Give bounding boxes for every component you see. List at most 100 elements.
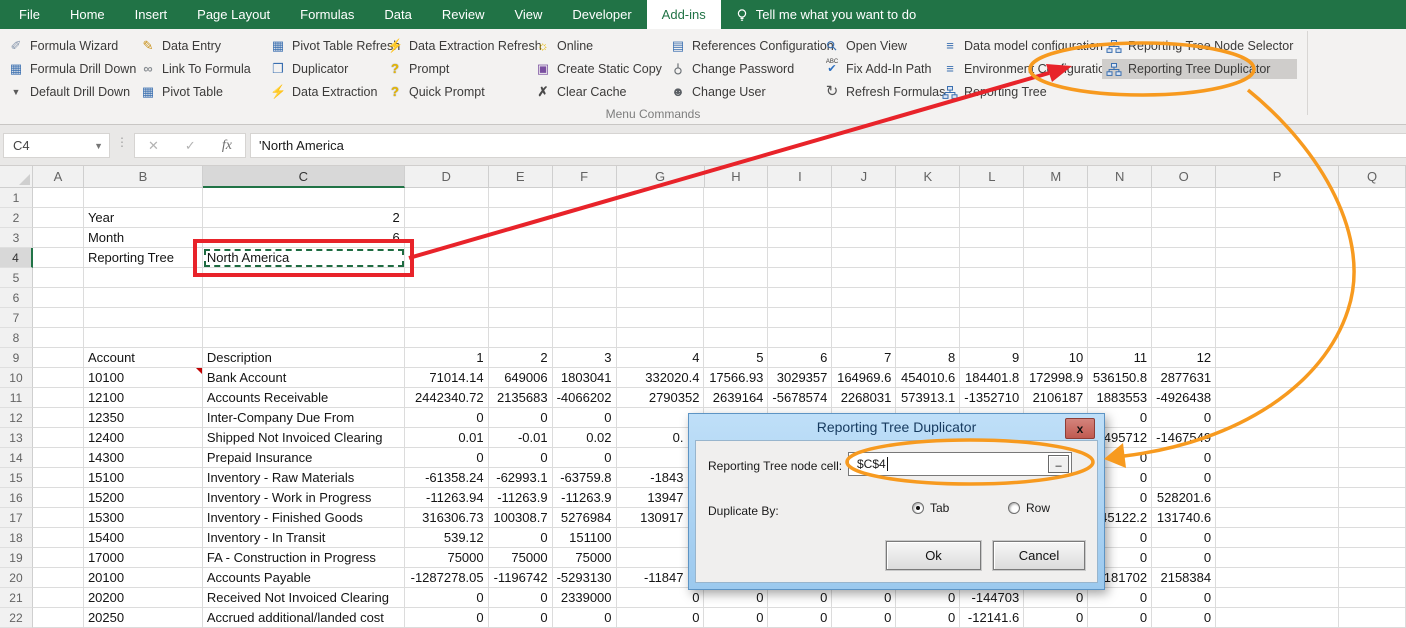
cell-C17[interactable]: Inventory - Finished Goods — [203, 508, 405, 528]
cell-C14[interactable]: Prepaid Insurance — [203, 448, 405, 468]
cell-D20[interactable]: -1287278.05 — [405, 568, 489, 588]
cell-B12[interactable]: 12350 — [84, 408, 203, 428]
cell-I8[interactable] — [768, 328, 832, 348]
cell-E13[interactable]: -0.01 — [489, 428, 553, 448]
row-header-15[interactable]: 15 — [0, 468, 33, 488]
column-header-D[interactable]: D — [405, 166, 489, 188]
cell-J11[interactable]: 2268031 — [832, 388, 896, 408]
cmd-prompt[interactable]: ?Prompt — [383, 59, 546, 79]
cell-A12[interactable] — [33, 408, 84, 428]
cell-C9[interactable]: Description — [203, 348, 405, 368]
cell-P20[interactable] — [1216, 568, 1339, 588]
cell-O17[interactable]: 131740.6 — [1152, 508, 1216, 528]
cell-C16[interactable]: Inventory - Work in Progress — [203, 488, 405, 508]
cmd-reporting-tree-node-selector[interactable]: Reporting Tree Node Selector — [1102, 36, 1297, 56]
cell-I3[interactable] — [768, 228, 832, 248]
cell-F15[interactable]: -63759.8 — [553, 468, 617, 488]
cell-G9[interactable]: 4 — [617, 348, 705, 368]
cell-I6[interactable] — [768, 288, 832, 308]
insert-function-icon[interactable]: fx — [222, 138, 232, 154]
cell-A19[interactable] — [33, 548, 84, 568]
cell-Q9[interactable] — [1339, 348, 1406, 368]
cell-Q13[interactable] — [1339, 428, 1406, 448]
cell-B11[interactable]: 12100 — [84, 388, 203, 408]
cell-C7[interactable] — [203, 308, 405, 328]
cell-Q6[interactable] — [1339, 288, 1406, 308]
cell-H7[interactable] — [704, 308, 768, 328]
cell-O22[interactable]: 0 — [1152, 608, 1216, 628]
cell-F21[interactable]: 2339000 — [553, 588, 617, 608]
row-header-20[interactable]: 20 — [0, 568, 33, 588]
row-header-3[interactable]: 3 — [0, 228, 33, 248]
cell-I10[interactable]: 3029357 — [768, 368, 832, 388]
cell-I5[interactable] — [768, 268, 832, 288]
cell-L21[interactable]: -144703 — [960, 588, 1024, 608]
cell-L8[interactable] — [960, 328, 1024, 348]
cell-K11[interactable]: 573913.1 — [896, 388, 960, 408]
cell-C4[interactable]: North America — [203, 248, 405, 268]
cell-J4[interactable] — [832, 248, 896, 268]
node-cell-input[interactable]: $C$4 – — [848, 452, 1072, 476]
cell-N2[interactable] — [1088, 208, 1152, 228]
cell-Q1[interactable] — [1339, 188, 1406, 208]
cell-J22[interactable]: 0 — [832, 608, 896, 628]
cell-N7[interactable] — [1088, 308, 1152, 328]
cell-C21[interactable]: Received Not Invoiced Clearing — [203, 588, 405, 608]
row-header-10[interactable]: 10 — [0, 368, 33, 388]
cell-D16[interactable]: -11263.94 — [405, 488, 489, 508]
cell-P17[interactable] — [1216, 508, 1339, 528]
row-header-6[interactable]: 6 — [0, 288, 33, 308]
cell-E8[interactable] — [489, 328, 553, 348]
cell-K22[interactable]: 0 — [896, 608, 960, 628]
row-header-11[interactable]: 11 — [0, 388, 33, 408]
cell-O18[interactable]: 0 — [1152, 528, 1216, 548]
cell-K6[interactable] — [896, 288, 960, 308]
radio-option-row[interactable]: Row — [1008, 501, 1050, 515]
cell-D21[interactable]: 0 — [405, 588, 489, 608]
cell-M11[interactable]: 2106187 — [1024, 388, 1088, 408]
cell-N8[interactable] — [1088, 328, 1152, 348]
cell-A6[interactable] — [33, 288, 84, 308]
cell-O5[interactable] — [1152, 268, 1216, 288]
cell-A22[interactable] — [33, 608, 84, 628]
cell-O8[interactable] — [1152, 328, 1216, 348]
cell-B4[interactable]: Reporting Tree — [84, 248, 203, 268]
cell-A1[interactable] — [33, 188, 84, 208]
cell-O20[interactable]: 2158384 — [1152, 568, 1216, 588]
cell-P21[interactable] — [1216, 588, 1339, 608]
cell-E10[interactable]: 649006 — [489, 368, 553, 388]
cancel-button[interactable]: Cancel — [993, 541, 1085, 570]
cell-E17[interactable]: 100308.7 — [489, 508, 553, 528]
cell-D2[interactable] — [405, 208, 489, 228]
tab-home[interactable]: Home — [55, 0, 120, 29]
cmd-data-extraction-refresh[interactable]: ⚡Data Extraction Refresh — [383, 36, 546, 56]
cell-M21[interactable]: 0 — [1024, 588, 1088, 608]
cell-E9[interactable]: 2 — [489, 348, 553, 368]
cell-K4[interactable] — [896, 248, 960, 268]
cell-L3[interactable] — [960, 228, 1024, 248]
cell-E3[interactable] — [489, 228, 553, 248]
radio-option-tab[interactable]: Tab — [912, 501, 949, 515]
row-header-22[interactable]: 22 — [0, 608, 33, 628]
cell-P2[interactable] — [1216, 208, 1339, 228]
cmd-data-model-configuration[interactable]: ≡Data model configuration — [938, 36, 1122, 56]
column-header-H[interactable]: H — [705, 166, 769, 188]
cell-A10[interactable] — [33, 368, 84, 388]
cell-P1[interactable] — [1216, 188, 1339, 208]
cell-H22[interactable]: 0 — [704, 608, 768, 628]
cell-M2[interactable] — [1024, 208, 1088, 228]
cell-M3[interactable] — [1024, 228, 1088, 248]
column-header-G[interactable]: G — [617, 166, 705, 188]
cell-A5[interactable] — [33, 268, 84, 288]
tab-review[interactable]: Review — [427, 0, 500, 29]
column-header-N[interactable]: N — [1088, 166, 1152, 188]
cell-D19[interactable]: 75000 — [405, 548, 489, 568]
cell-G10[interactable]: 332020.4 — [617, 368, 705, 388]
cell-O7[interactable] — [1152, 308, 1216, 328]
cell-G21[interactable]: 0 — [617, 588, 705, 608]
cell-E6[interactable] — [489, 288, 553, 308]
cell-C3[interactable]: 6 — [203, 228, 405, 248]
cell-P12[interactable] — [1216, 408, 1339, 428]
cell-F18[interactable]: 151100 — [553, 528, 617, 548]
cell-P18[interactable] — [1216, 528, 1339, 548]
